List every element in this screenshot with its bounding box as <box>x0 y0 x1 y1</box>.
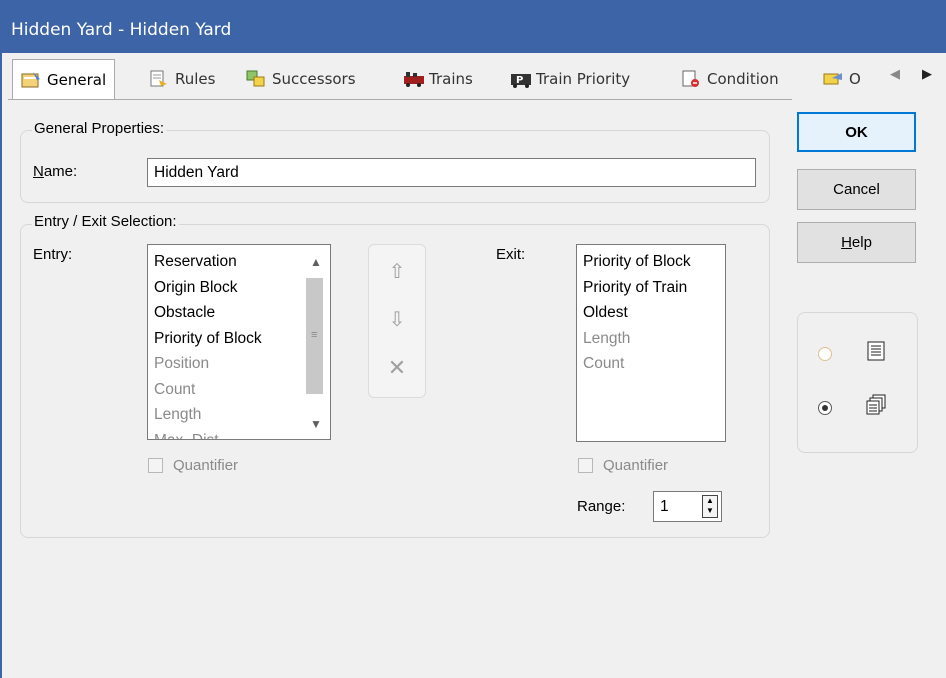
exit-quantifier-label: Quantifier <box>603 457 669 474</box>
options-icon <box>823 70 843 88</box>
successors-icon <box>246 70 266 88</box>
window-frame-left <box>0 53 2 678</box>
exit-list-items: Priority of Block Priority of Train Oldest… <box>577 245 725 377</box>
tab-scroll-left-icon[interactable]: ◀ <box>890 66 900 82</box>
entry-label: Entry: <box>33 246 73 263</box>
range-spinner[interactable]: 1 ▲ ▼ <box>653 491 722 522</box>
exit-listbox[interactable]: Priority of Block Priority of Train Oldest… <box>576 244 726 442</box>
entry-exit-legend: Entry / Exit Selection: <box>32 213 179 230</box>
scroll-grip-icon: ≡ <box>311 329 318 341</box>
list-item[interactable]: Priority of Train <box>577 275 725 301</box>
list-item[interactable]: Priority of Block <box>577 249 725 275</box>
spin-down-icon[interactable]: ▼ <box>706 506 714 515</box>
train-priority-icon: P <box>510 70 531 88</box>
spin-up-icon[interactable]: ▲ <box>706 496 714 505</box>
tab-successors[interactable]: Successors <box>246 60 356 98</box>
svg-text:P: P <box>516 75 523 86</box>
entry-quantifier-checkbox[interactable]: Quantifier <box>148 457 238 474</box>
tab-trains-label: Trains <box>429 70 473 88</box>
tab-successors-label: Successors <box>272 70 356 88</box>
entry-quantifier-label: Quantifier <box>173 457 239 474</box>
trains-icon <box>403 70 424 88</box>
move-up-icon[interactable]: ⇧ <box>369 259 425 284</box>
list-view-radio[interactable] <box>818 347 832 361</box>
tab-train-priority[interactable]: P Train Priority <box>510 60 630 98</box>
cancel-button[interactable]: Cancel <box>797 169 916 210</box>
rules-icon <box>149 70 169 88</box>
name-input-value: Hidden Yard <box>154 164 239 181</box>
tab-scroll-right-icon[interactable]: ▶ <box>922 66 932 82</box>
remove-icon[interactable]: ✕ <box>369 355 425 381</box>
general-properties-legend: General Properties: <box>32 120 167 137</box>
scroll-down-icon[interactable]: ▼ <box>310 417 322 431</box>
tab-rules[interactable]: Rules <box>149 60 215 98</box>
tab-strip: General Rules Successors Trains P Train … <box>8 59 944 100</box>
tab-trains[interactable]: Trains <box>403 60 473 98</box>
range-spin-buttons[interactable]: ▲ ▼ <box>702 495 718 518</box>
range-value: 1 <box>660 498 669 515</box>
move-down-icon[interactable]: ⇩ <box>369 307 425 332</box>
title-bar: Hidden Yard - Hidden Yard <box>0 0 946 53</box>
list-item[interactable]: Count <box>577 351 725 377</box>
range-label: Range: <box>577 498 626 515</box>
scroll-up-icon[interactable]: ▲ <box>310 255 322 269</box>
name-input[interactable]: Hidden Yard <box>147 158 756 187</box>
list-view-icon <box>867 341 885 365</box>
entry-listbox[interactable]: Reservation Origin Block Obstacle Priority … <box>147 244 331 440</box>
tab-general-label: General <box>47 71 107 89</box>
help-button[interactable]: Help <box>797 222 916 263</box>
tab-train-priority-label: Train Priority <box>536 70 631 88</box>
tab-rules-label: Rules <box>175 70 216 88</box>
view-options-panel <box>797 312 918 453</box>
tab-general[interactable]: General <box>12 59 116 100</box>
window-title: Hidden Yard - Hidden Yard <box>11 20 232 40</box>
entry-scrollbar[interactable]: ▲ ≡ ▼ <box>302 245 330 439</box>
exit-label: Exit: <box>496 246 526 263</box>
tab-condition[interactable]: Condition <box>681 60 779 98</box>
detail-view-icon <box>866 394 886 420</box>
tab-condition-label: Condition <box>707 70 779 88</box>
exit-quantifier-checkbox[interactable]: Quantifier <box>578 457 668 474</box>
ok-button[interactable]: OK <box>797 112 916 152</box>
exit-quantifier-box[interactable] <box>578 458 593 473</box>
entry-quantifier-box[interactable] <box>148 458 163 473</box>
detail-view-radio[interactable] <box>818 401 832 415</box>
list-item[interactable]: Oldest <box>577 300 725 326</box>
tab-options-label: O <box>849 70 861 88</box>
name-label: Name: <box>33 163 78 180</box>
tab-underline <box>8 99 792 100</box>
list-item[interactable]: Length <box>577 326 725 352</box>
move-buttons-panel: ⇧ ⇩ ✕ <box>368 244 426 398</box>
condition-icon <box>681 70 701 88</box>
tab-options[interactable]: O <box>823 60 861 98</box>
general-icon <box>21 71 41 89</box>
